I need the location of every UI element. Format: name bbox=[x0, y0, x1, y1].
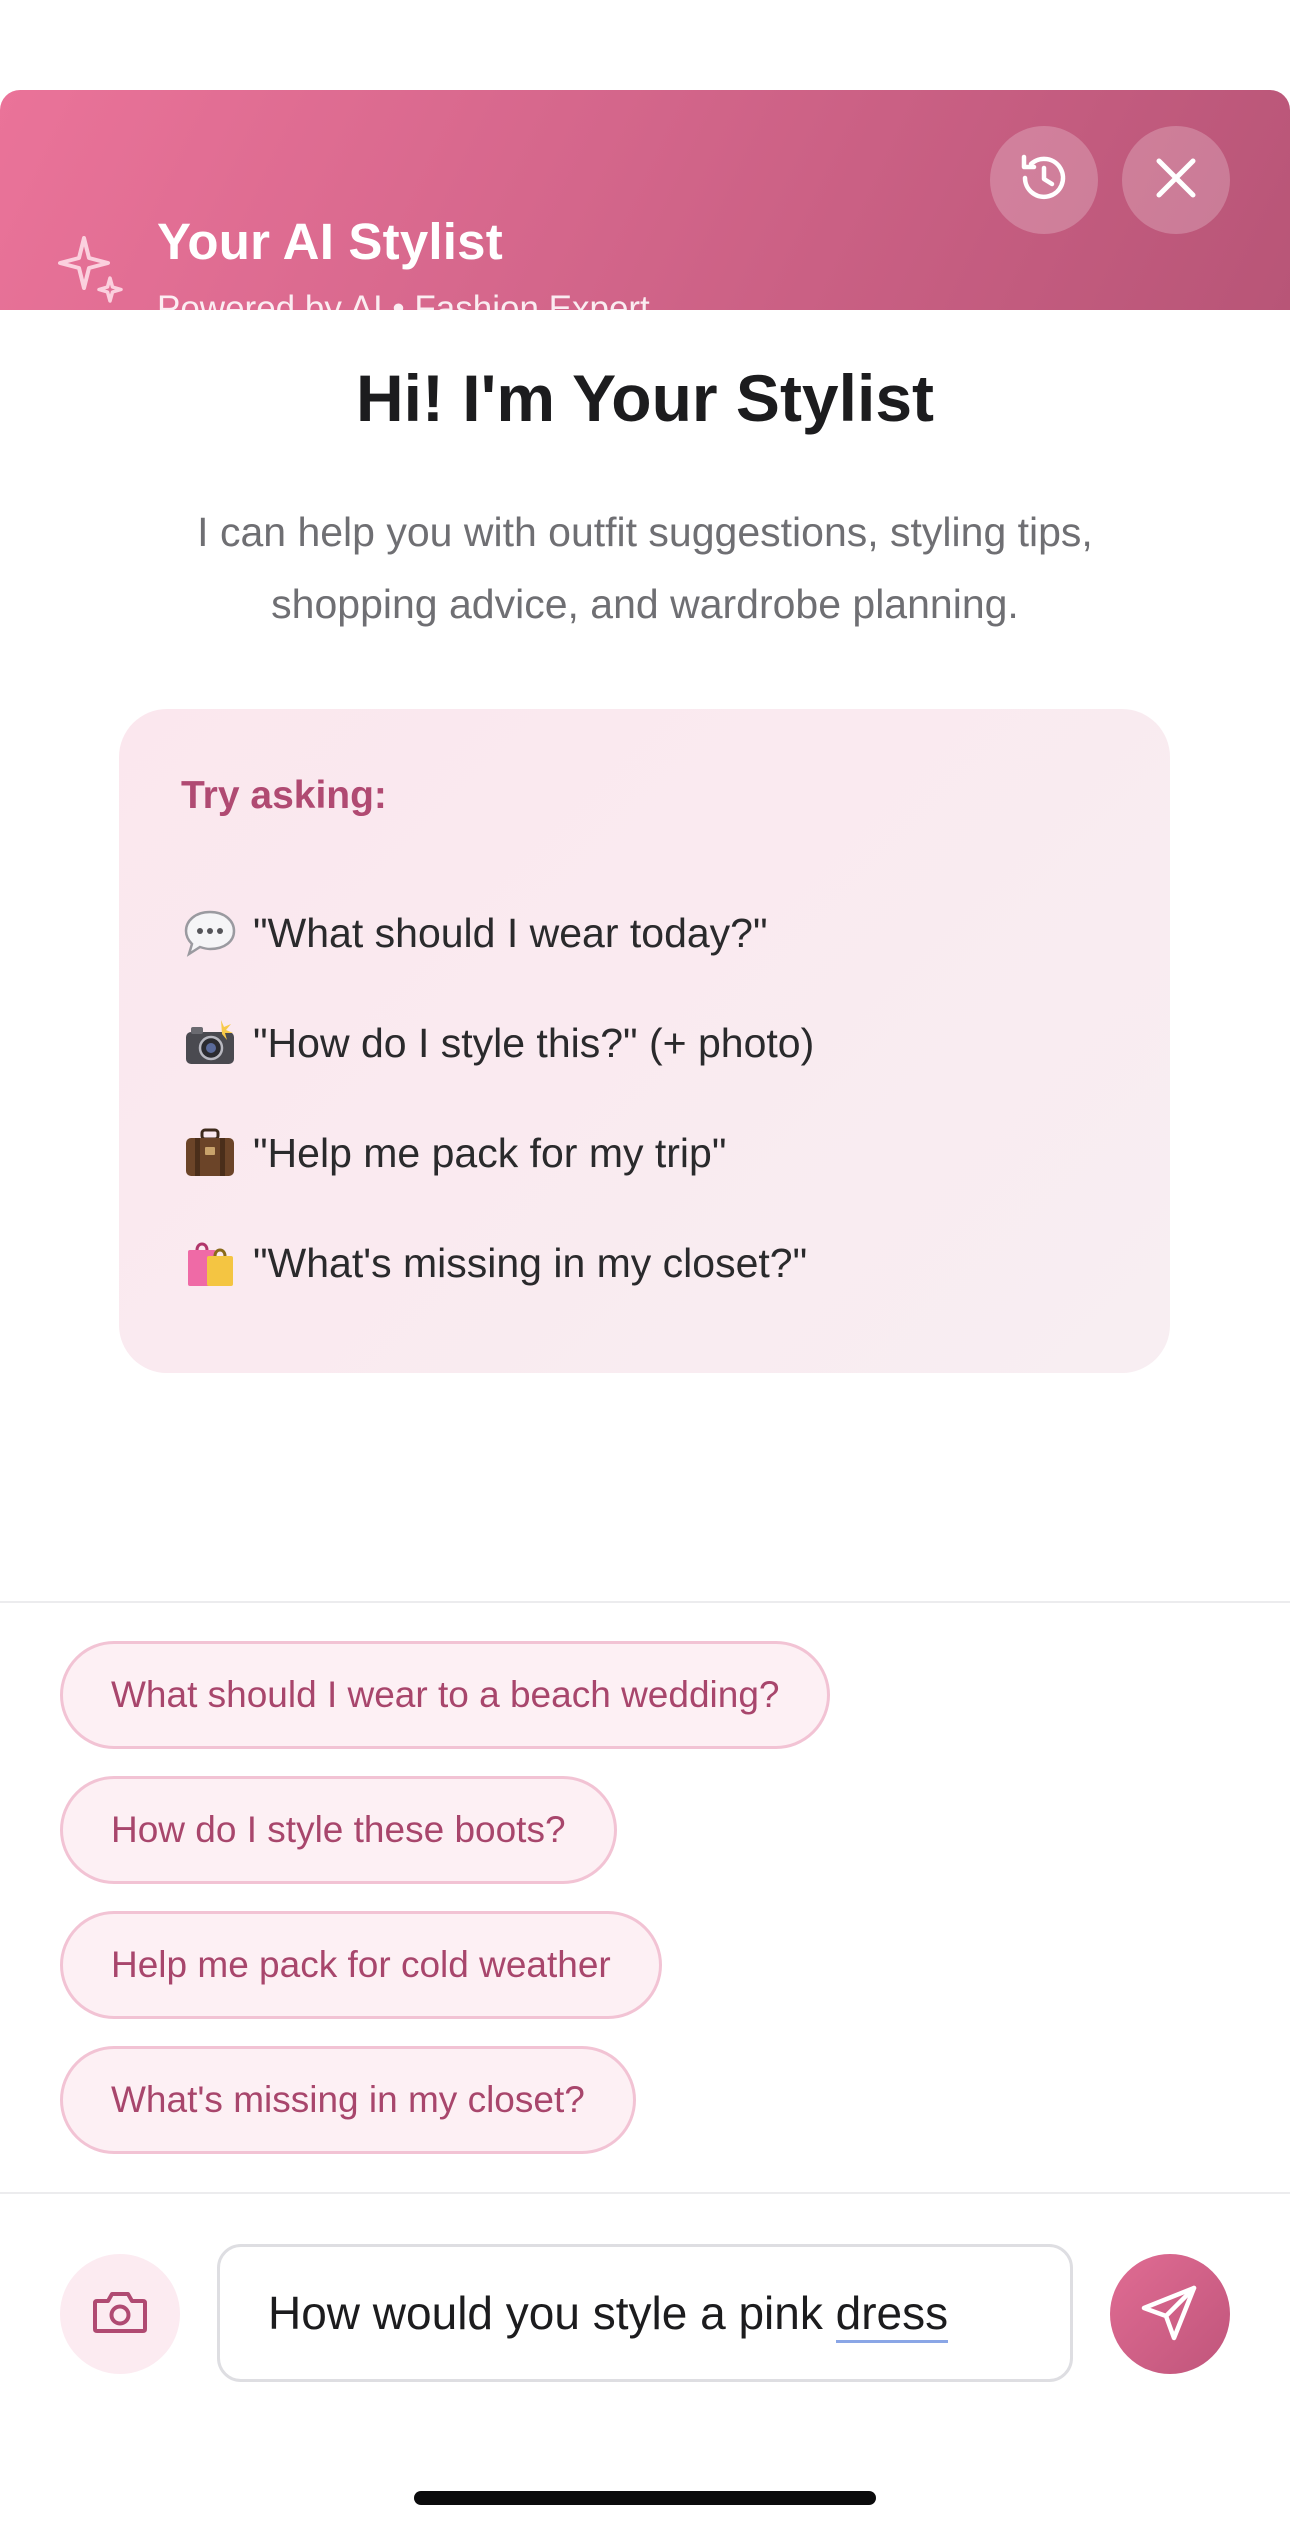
shopping-bags-icon bbox=[181, 1234, 239, 1292]
suggestion-chip[interactable]: Help me pack for cold weather bbox=[60, 1911, 662, 2019]
try-asking-text: "What should I wear today?" bbox=[253, 909, 768, 956]
stylist-chat-screen: Your AI Stylist Powered by AI • Fashion … bbox=[0, 0, 1290, 2531]
camera-icon bbox=[91, 2287, 149, 2342]
send-button[interactable] bbox=[1110, 2254, 1230, 2374]
sparkles-icon bbox=[58, 232, 124, 306]
try-asking-text: "How do I style this?" (+ photo) bbox=[253, 1019, 815, 1066]
suggestion-chip[interactable]: How do I style these boots? bbox=[60, 1776, 617, 1884]
history-icon bbox=[1015, 149, 1073, 212]
try-asking-item: "What should I wear today?" bbox=[181, 903, 768, 963]
try-asking-card: Try asking: "What should I wear today?" bbox=[119, 709, 1170, 1373]
close-button[interactable] bbox=[1122, 126, 1230, 234]
chat-subtitle: Powered by AI • Fashion Expert bbox=[157, 289, 650, 328]
speech-bubble-icon bbox=[181, 904, 239, 962]
message-input[interactable]: How would you style a pink dress bbox=[217, 2244, 1073, 2382]
spellcheck-underline: dress bbox=[835, 2287, 949, 2343]
camera-button[interactable] bbox=[60, 2254, 180, 2374]
suggestions-divider bbox=[0, 1601, 1290, 1603]
try-asking-text: "Help me pack for my trip" bbox=[253, 1129, 727, 1176]
try-asking-item: "What's missing in my closet?" bbox=[181, 1233, 807, 1293]
greeting-title: Hi! I'm Your Stylist bbox=[355, 361, 934, 435]
greeting-description: I can help you with outfit suggestions, … bbox=[197, 509, 1093, 627]
suggestion-chip[interactable]: What should I wear to a beach wedding? bbox=[60, 1641, 831, 1749]
composer-divider bbox=[0, 2192, 1290, 2194]
try-asking-item: "Help me pack for my trip" bbox=[181, 1123, 726, 1183]
suggestion-chip[interactable]: What's missing in my closet? bbox=[60, 2046, 636, 2154]
close-icon bbox=[1151, 153, 1201, 208]
chat-title: Your AI Stylist bbox=[157, 213, 503, 270]
message-input-value: How would you style a pink dress bbox=[268, 2286, 949, 2343]
camera-flash-icon bbox=[181, 1014, 239, 1072]
try-asking-item: "How do I style this?" (+ photo) bbox=[181, 1013, 814, 1073]
send-icon bbox=[1140, 2282, 1200, 2347]
try-asking-title: Try asking: bbox=[181, 774, 387, 817]
try-asking-text: "What's missing in my closet?" bbox=[253, 1239, 808, 1286]
home-indicator[interactable] bbox=[414, 2491, 876, 2505]
suitcase-icon bbox=[181, 1124, 239, 1182]
history-button[interactable] bbox=[990, 126, 1098, 234]
chat-header: Your AI Stylist Powered by AI • Fashion … bbox=[0, 90, 1290, 328]
